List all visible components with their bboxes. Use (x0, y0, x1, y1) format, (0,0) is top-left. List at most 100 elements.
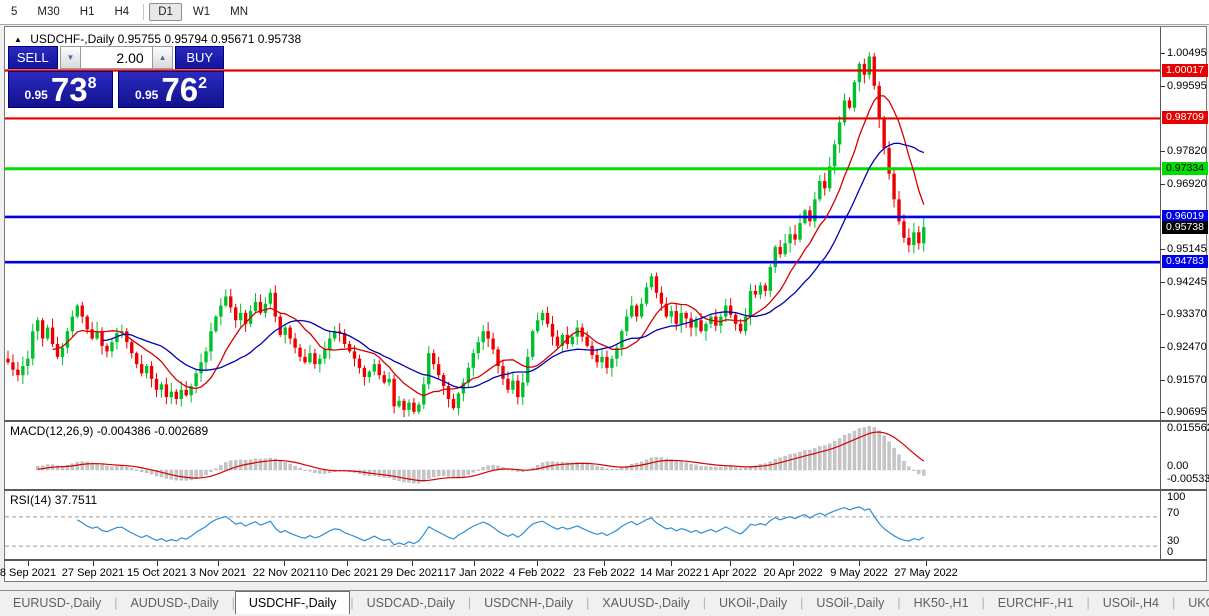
time-tick-mark (218, 561, 219, 566)
time-tick-label: 9 May 2022 (830, 567, 887, 579)
one-click-trading-panel: SELL ▼ 2.00 ▲ BUY 0.95 73 8 0.95 76 2 (8, 46, 224, 108)
sell-price-base: 0.95 (25, 88, 48, 102)
buy-price-base: 0.95 (135, 88, 158, 102)
time-tick-mark (28, 561, 29, 566)
chart-tab-xauusd-daily[interactable]: XAUUSD-,Daily (589, 593, 703, 614)
lot-size-field[interactable]: 2.00 (81, 46, 151, 69)
chart-tab-ukoil-h4[interactable]: UKOil-,H4 (1175, 593, 1209, 614)
time-tick-label: 20 Apr 2022 (763, 567, 822, 579)
price-tick-mark (1160, 53, 1165, 54)
time-tick-label: 27 Sep 2021 (62, 567, 124, 579)
time-tick-mark (284, 561, 285, 566)
chart-tab-usdcad-daily[interactable]: USDCAD-,Daily (354, 593, 468, 614)
chart-tab-eurchf-h1[interactable]: EURCHF-,H1 (985, 593, 1087, 614)
price-tick-label: 0.91570 (1167, 374, 1209, 386)
price-level-badge: 1.00017 (1162, 64, 1208, 77)
timeframe-button-h1[interactable]: H1 (71, 3, 104, 21)
lot-increase-button[interactable]: ▲ (152, 46, 174, 69)
time-tick-label: 17 Jan 2022 (444, 567, 505, 579)
chart-tab-ukoil-daily[interactable]: UKOil-,Daily (706, 593, 800, 614)
price-tick-label: 1.00495 (1167, 47, 1209, 59)
macd-name: MACD(12,26,9) (10, 424, 93, 438)
price-tick-mark (1160, 184, 1165, 185)
time-tick-mark (157, 561, 158, 566)
price-tick-mark (1160, 347, 1165, 348)
time-tick-label: 23 Feb 2022 (573, 567, 635, 579)
chart-tab-audusd-daily[interactable]: AUDUSD-,Daily (117, 593, 231, 614)
time-tick-mark (412, 561, 413, 566)
time-tick-mark (793, 561, 794, 566)
time-tick-mark (604, 561, 605, 566)
time-tick-mark (730, 561, 731, 566)
timeframe-button-m30[interactable]: M30 (28, 3, 68, 21)
price-level-badge: 0.98709 (1162, 111, 1208, 124)
time-tick-mark (474, 561, 475, 566)
time-tick-label: 22 Nov 2021 (253, 567, 315, 579)
price-tick-label: 0.93370 (1167, 308, 1209, 320)
chart-tab-bar: EURUSD-,Daily|AUDUSD-,Daily|USDCHF-,Dail… (0, 590, 1209, 614)
timeframe-button-h4[interactable]: H4 (105, 3, 138, 21)
rsi-tick-label: 0 (1167, 546, 1209, 558)
time-tick-label: 3 Nov 2021 (190, 567, 246, 579)
price-tick-mark (1160, 314, 1165, 315)
price-tick-mark (1160, 412, 1165, 413)
buy-price-pip-digit: 2 (198, 75, 207, 93)
price-tick-label: 0.94245 (1167, 276, 1209, 288)
macd-panel-separator (4, 420, 1207, 422)
timeframe-button-5[interactable]: 5 (2, 3, 26, 21)
buy-price-display[interactable]: 0.95 76 2 (118, 71, 224, 108)
sell-price-pip-digit: 8 (88, 75, 97, 93)
chart-tab-hk50-h1[interactable]: HK50-,H1 (901, 593, 982, 614)
macd-tick-label: 0.00 (1167, 460, 1209, 472)
rsi-canvas[interactable] (5, 491, 1160, 559)
current-price-badge: 0.95738 (1162, 221, 1208, 234)
rsi-tick-label: 70 (1167, 507, 1209, 519)
time-tick-mark (859, 561, 860, 566)
time-axis-separator (4, 559, 1207, 561)
price-level-badge: 0.94783 (1162, 255, 1208, 268)
rsi-name: RSI(14) (10, 493, 51, 507)
macd-values: -0.004386 -0.002689 (97, 424, 208, 438)
price-tick-label: 0.96920 (1167, 178, 1209, 190)
time-tick-mark (926, 561, 927, 566)
collapse-icon[interactable]: ▲ (14, 35, 22, 44)
price-axis-separator (1160, 27, 1161, 560)
toolbar-separator (143, 4, 144, 20)
buy-price-big-digits: 76 (161, 75, 198, 105)
rsi-panel-separator (4, 489, 1207, 491)
sell-button[interactable]: SELL (8, 46, 58, 69)
price-tick-mark (1160, 249, 1165, 250)
rsi-value: 37.7511 (55, 493, 98, 507)
time-tick-mark (93, 561, 94, 566)
timeframe-button-d1[interactable]: D1 (149, 3, 182, 21)
chart-symbol-label: USDCHF-,Daily (30, 32, 114, 46)
time-tick-mark (671, 561, 672, 566)
lot-decrease-button[interactable]: ▼ (60, 46, 82, 69)
price-tick-label: 0.97820 (1167, 145, 1209, 157)
price-tick-label: 0.90695 (1167, 406, 1209, 418)
chart-tab-usoil-daily[interactable]: USOil-,Daily (803, 593, 897, 614)
timeframe-button-w1[interactable]: W1 (184, 3, 219, 21)
price-tick-mark (1160, 86, 1165, 87)
chart-tab-usdchf-daily[interactable]: USDCHF-,Daily (235, 591, 351, 614)
time-tick-label: 10 Dec 2021 (316, 567, 378, 579)
time-tick-label: 4 Feb 2022 (509, 567, 565, 579)
rsi-tick-label: 100 (1167, 491, 1209, 503)
time-tick-label: 14 Mar 2022 (640, 567, 702, 579)
price-tick-mark (1160, 282, 1165, 283)
macd-tick-label: 0.015562 (1167, 422, 1209, 434)
price-tick-label: 0.95145 (1167, 243, 1209, 255)
price-level-badge: 0.97334 (1162, 162, 1208, 175)
time-tick-label: 27 May 2022 (894, 567, 958, 579)
chart-tab-usdcnh-daily[interactable]: USDCNH-,Daily (471, 593, 586, 614)
chart-tab-usoil-h4[interactable]: USOil-,H4 (1090, 593, 1172, 614)
sell-price-display[interactable]: 0.95 73 8 (8, 71, 113, 108)
chart-title: ▲ USDCHF-,Daily 0.95755 0.95794 0.95671 … (14, 32, 301, 46)
buy-button[interactable]: BUY (175, 46, 224, 69)
sell-price-big-digits: 73 (51, 75, 88, 105)
time-tick-label: 15 Oct 2021 (127, 567, 187, 579)
chart-tab-eurusd-daily[interactable]: EURUSD-,Daily (0, 593, 114, 614)
timeframe-button-mn[interactable]: MN (221, 3, 257, 21)
price-tick-mark (1160, 380, 1165, 381)
price-tick-mark (1160, 151, 1165, 152)
